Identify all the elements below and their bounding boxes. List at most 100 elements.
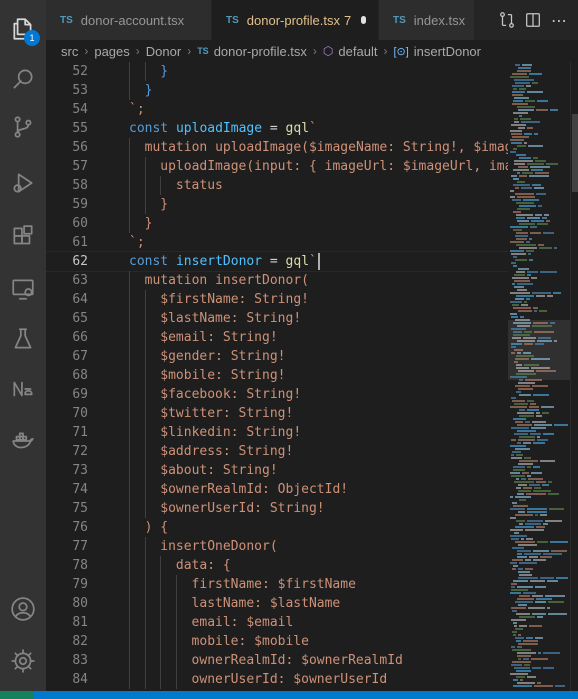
settings-gear-icon[interactable] xyxy=(0,638,46,684)
code-line[interactable]: 67 $gender: String! xyxy=(46,347,508,366)
code-line[interactable]: 76) { xyxy=(46,518,508,537)
code-text: firstName: $firstName xyxy=(192,575,356,594)
extensions-icon[interactable] xyxy=(0,214,46,260)
account-icon[interactable] xyxy=(0,586,46,632)
code-line[interactable]: 82 mobile: $mobile xyxy=(46,632,508,651)
minimap-line xyxy=(540,460,555,462)
line-number: 52 xyxy=(72,64,88,79)
minimap-line xyxy=(518,643,538,645)
source-control-icon[interactable] xyxy=(0,104,46,150)
code-text: status xyxy=(176,176,223,195)
minimap-line xyxy=(516,364,522,366)
minimap-line xyxy=(556,577,568,579)
minimap-line xyxy=(527,520,543,522)
notebook-icon[interactable] xyxy=(0,366,46,412)
minimap-line xyxy=(519,625,527,627)
tab-index[interactable]: TS index.tsx xyxy=(379,0,475,40)
explorer-files-icon[interactable]: 1 xyxy=(0,6,46,52)
testing-icon[interactable] xyxy=(0,316,46,362)
minimap-line xyxy=(540,514,547,516)
line-number: 63 xyxy=(72,273,88,288)
breadcrumb-donor[interactable]: Donor xyxy=(146,44,181,59)
typescript-file-icon: TS xyxy=(226,14,239,26)
minimap-line xyxy=(517,430,536,432)
breadcrumb-src[interactable]: src xyxy=(61,44,78,59)
code-line[interactable]: 69 $facebook: String! xyxy=(46,385,508,404)
code-line[interactable]: 70 $twitter: String! xyxy=(46,404,508,423)
code-line[interactable]: 64 $firstName: String! xyxy=(46,290,508,309)
code-line[interactable]: 58 status xyxy=(46,176,508,195)
minimap-line xyxy=(516,391,521,393)
code-line[interactable]: 53} xyxy=(46,81,508,100)
minimap-line xyxy=(512,559,523,561)
line-number: 66 xyxy=(72,330,88,345)
variable-symbol-icon: [⊙] xyxy=(393,45,409,58)
minimap-line xyxy=(535,160,546,162)
code-line[interactable]: 60} xyxy=(46,214,508,233)
minimap-line xyxy=(510,562,517,564)
code-text: mobile: $mobile xyxy=(192,632,309,651)
code-line[interactable]: 83 ownerRealmId: $ownerRealmId xyxy=(46,651,508,670)
editor-scrollbar[interactable] xyxy=(570,62,578,691)
minimap-line xyxy=(515,637,524,639)
code-line[interactable]: 84 ownerUserId: $ownerUserId xyxy=(46,670,508,689)
split-editor-icon[interactable] xyxy=(520,7,546,33)
minimap-line xyxy=(513,634,516,636)
code-line[interactable]: 81 email: $email xyxy=(46,613,508,632)
tab-donor-profile[interactable]: TS donor-profile.tsx 7 xyxy=(212,0,379,40)
code-line[interactable]: 66 $email: String! xyxy=(46,328,508,347)
minimap-line xyxy=(517,553,522,555)
minimap-line xyxy=(527,127,533,129)
minimap-line xyxy=(517,208,530,210)
code-editor[interactable]: 52} 53} 54 `; 55 const uploadImage = gql` 56 mu… xyxy=(46,62,508,691)
code-line[interactable]: 63 mutation insertDonor( xyxy=(46,271,508,290)
docker-icon[interactable] xyxy=(0,418,46,464)
minimap-line xyxy=(518,634,521,636)
minimap-line xyxy=(517,493,524,495)
indent-guide xyxy=(144,556,146,575)
minimap-line xyxy=(516,202,534,204)
minimap[interactable] xyxy=(508,62,570,691)
unsaved-dot-icon[interactable] xyxy=(361,16,366,24)
remote-indicator-icon[interactable] xyxy=(0,691,34,699)
code-line[interactable]: 65 $lastName: String! xyxy=(46,309,508,328)
code-line[interactable]: 71 $linkedin: String! xyxy=(46,423,508,442)
code-line[interactable]: 62 const insertDonor = gql` xyxy=(46,251,508,272)
remote-explorer-icon[interactable] xyxy=(0,266,46,312)
run-debug-icon[interactable] xyxy=(0,160,46,206)
minimap-line xyxy=(513,565,518,567)
breadcrumb-file[interactable]: donor-profile.tsx xyxy=(214,44,307,59)
code-line[interactable]: 79 firstName: $firstName xyxy=(46,575,508,594)
code-line[interactable]: 52} xyxy=(46,62,508,81)
minimap-line xyxy=(526,250,534,252)
editor-tab-bar: TS donor-account.tsx TS donor-profile.ts… xyxy=(46,0,578,40)
compare-changes-icon[interactable] xyxy=(494,7,520,33)
scrollbar-thumb[interactable] xyxy=(572,114,578,192)
code-line[interactable]: 72 $address: String! xyxy=(46,442,508,461)
code-line[interactable]: 68 $mobile: String! xyxy=(46,366,508,385)
code-line[interactable]: 57 uploadImage(input: { imageUrl: $imageU… xyxy=(46,157,508,176)
indent-guide xyxy=(175,651,177,670)
code-line[interactable]: 55 const uploadImage = gql` xyxy=(46,119,508,138)
code-line[interactable]: 78 data: { xyxy=(46,556,508,575)
code-line[interactable]: 59} xyxy=(46,195,508,214)
code-line[interactable]: 56 mutation uploadImage($imageName: Strin… xyxy=(46,138,508,157)
breadcrumb-symbol-insertdonor[interactable]: insertDonor xyxy=(414,44,481,59)
search-icon[interactable] xyxy=(0,56,46,102)
code-token: uploadImage(input: { imageUrl: $imageUrl… xyxy=(160,159,508,174)
minimap-line xyxy=(518,67,531,69)
breadcrumb-symbol-default[interactable]: default xyxy=(338,44,377,59)
code-line[interactable]: 80 lastName: $lastName xyxy=(46,594,508,613)
code-line[interactable]: 77 insertOneDonor( xyxy=(46,537,508,556)
code-line[interactable]: 74 $ownerRealmId: ObjectId! xyxy=(46,480,508,499)
code-line[interactable]: 61 `; xyxy=(46,233,508,252)
code-line[interactable]: 54 `; xyxy=(46,100,508,119)
more-actions-icon[interactable]: ⋯ xyxy=(546,7,572,33)
minimap-line xyxy=(512,136,529,138)
minimap-line xyxy=(514,280,530,282)
breadcrumb-pages[interactable]: pages xyxy=(94,44,129,59)
tab-donor-account[interactable]: TS donor-account.tsx xyxy=(46,0,212,40)
code-line[interactable]: 75 $ownerUserId: String! xyxy=(46,499,508,518)
code-line[interactable]: 73 $about: String! xyxy=(46,461,508,480)
code-token: } xyxy=(160,197,169,212)
